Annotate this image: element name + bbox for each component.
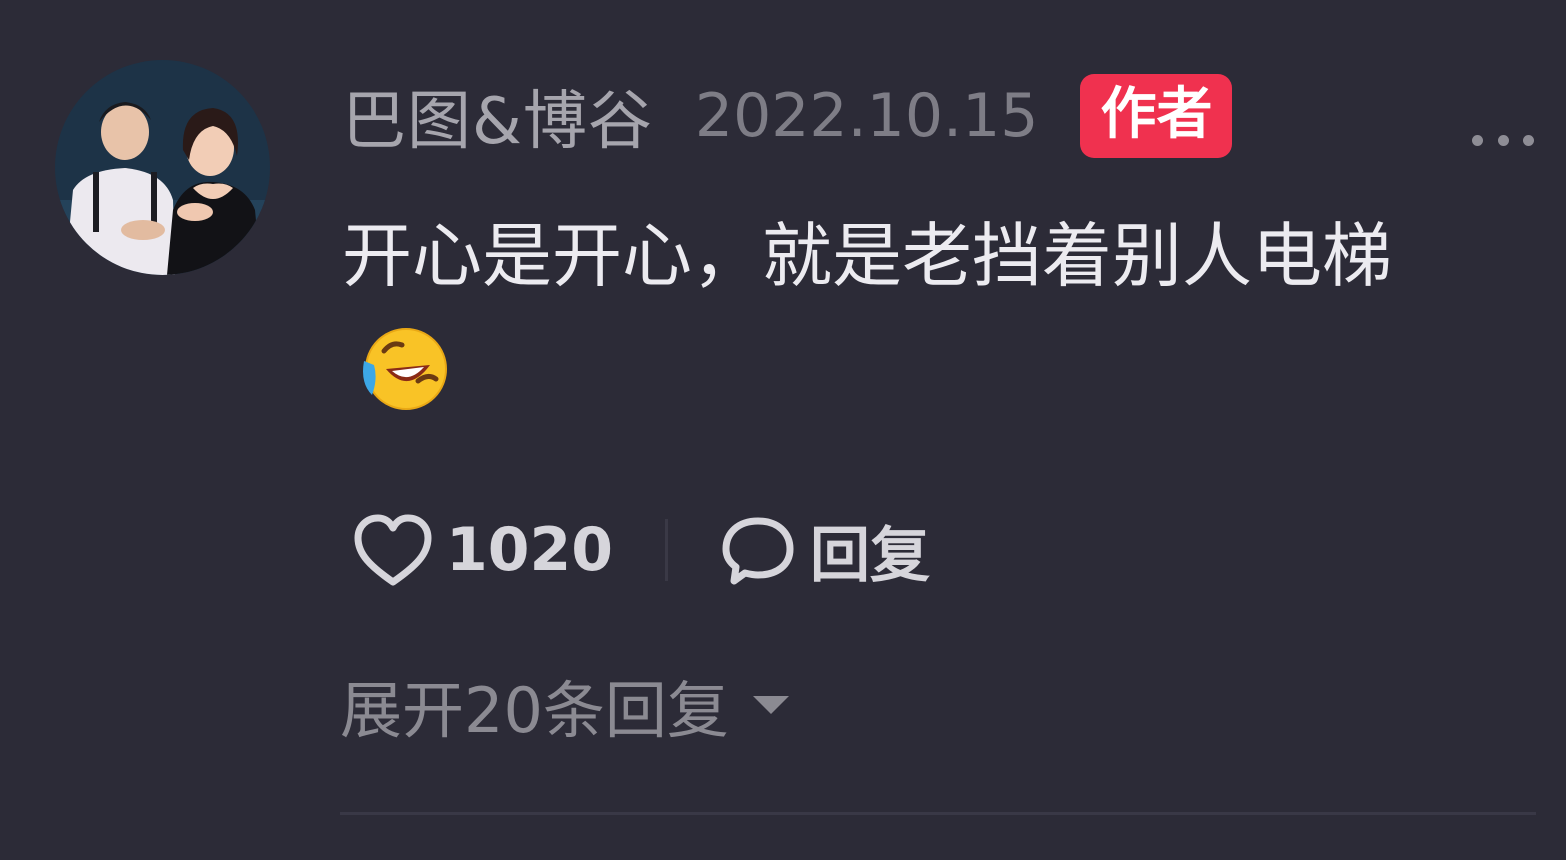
comment-item: 巴图&博谷 2022.10.15 作者 开心是开心，就是老挡着别人电梯 1020 xyxy=(0,0,1566,860)
heart-icon xyxy=(354,514,432,586)
more-options-button[interactable] xyxy=(1472,120,1534,160)
more-dot-icon xyxy=(1472,134,1483,146)
username[interactable]: 巴图&博谷 xyxy=(342,70,653,162)
action-divider xyxy=(665,519,668,581)
more-dot-icon xyxy=(1523,134,1534,146)
comment-header: 巴图&博谷 2022.10.15 作者 xyxy=(342,68,1233,163)
comment-text: 开心是开心，就是老挡着别人电梯 xyxy=(342,215,1392,297)
reply-button[interactable]: 回复 xyxy=(720,507,930,594)
avatar[interactable] xyxy=(55,60,270,275)
expand-replies-label: 展开20条回复 xyxy=(340,674,729,747)
like-count: 1020 xyxy=(446,515,613,585)
comment-bubble-icon xyxy=(722,517,794,585)
comment-actions: 1020 回复 xyxy=(352,505,930,595)
comment-date: 2022.10.15 xyxy=(694,80,1039,151)
expand-replies-button[interactable]: 展开20条回复 xyxy=(340,660,789,750)
avatar-photo xyxy=(55,60,270,275)
reply-label: 回复 xyxy=(810,520,930,591)
rolling-laughing-emoji-icon xyxy=(363,328,447,410)
like-button[interactable]: 1020 xyxy=(352,512,613,588)
caret-down-icon xyxy=(752,696,789,714)
more-dot-icon xyxy=(1497,134,1509,146)
author-badge: 作者 xyxy=(1080,73,1233,158)
divider xyxy=(340,812,1536,815)
